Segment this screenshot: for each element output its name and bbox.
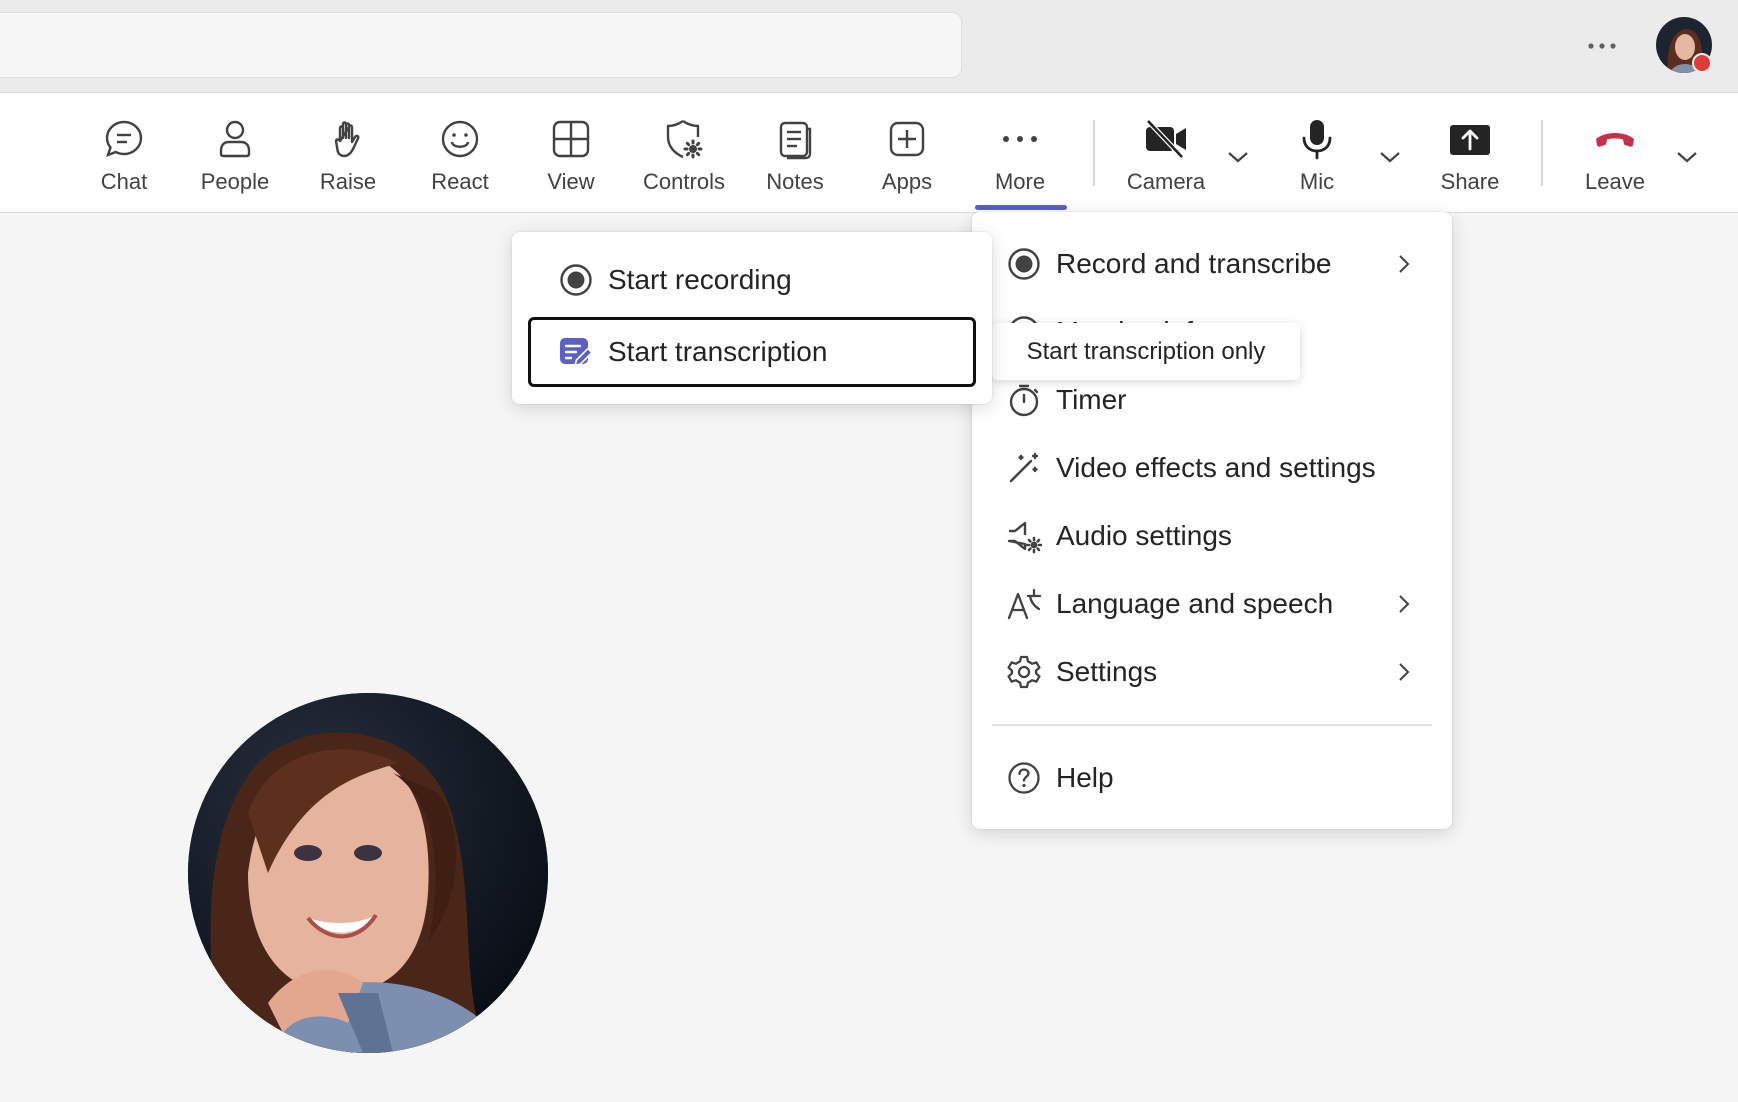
chat-label: Chat [100, 169, 148, 194]
more-label: More [994, 169, 1046, 194]
controls-button[interactable]: Controls [634, 93, 734, 213]
chevron-down-icon [1677, 152, 1697, 163]
share-label: Share [1440, 169, 1500, 194]
toolbar-divider [1093, 120, 1095, 186]
camera-button[interactable]: Camera [1115, 93, 1217, 213]
menu-item-settings[interactable]: Settings [972, 642, 1452, 702]
wand-icon [1006, 450, 1042, 486]
presence-status-dot [1692, 53, 1712, 73]
participant-avatar [188, 693, 548, 1053]
controls-label: Controls [643, 169, 725, 194]
chevron-right-icon [1392, 252, 1416, 276]
chevron-right-icon [1392, 660, 1416, 684]
apps-button[interactable]: Apps [867, 93, 947, 213]
menu-item-audio-settings[interactable]: Audio settings [972, 506, 1452, 566]
ellipsis-icon [996, 115, 1044, 163]
grid-view-icon [547, 115, 595, 163]
ellipsis-icon [1588, 43, 1616, 49]
gear-icon [1006, 654, 1042, 690]
transcription-icon [558, 334, 594, 370]
view-label: View [547, 169, 595, 194]
share-screen-icon [1446, 115, 1494, 163]
menu-item-language-and-speech[interactable]: Language and speech [972, 574, 1452, 634]
smiley-icon [436, 115, 484, 163]
chevron-right-icon [1392, 592, 1416, 616]
chat-button[interactable]: Chat [84, 93, 164, 213]
more-active-indicator [975, 205, 1067, 210]
notes-icon [771, 115, 819, 163]
submenu-item-label: Start transcription [608, 336, 828, 367]
menu-item-label: Video effects and settings [1056, 452, 1376, 483]
more-menu: Record and transcribe Meeting info Timer [972, 212, 1452, 829]
chevron-down-icon [1380, 152, 1400, 163]
shield-gear-icon [660, 115, 708, 163]
leave-options-button[interactable] [1673, 143, 1701, 171]
tooltip: Start transcription only [992, 323, 1300, 380]
help-icon [1006, 760, 1042, 796]
menu-item-label: Audio settings [1056, 520, 1232, 551]
share-button[interactable]: Share [1430, 93, 1510, 213]
mic-label: Mic [1299, 169, 1335, 194]
hang-up-icon [1591, 115, 1639, 163]
timer-icon [1006, 382, 1042, 418]
more-button[interactable]: More [980, 93, 1060, 213]
submenu-item-label: Start recording [608, 264, 792, 295]
camera-off-icon [1142, 115, 1190, 163]
apps-label: Apps [881, 169, 933, 194]
people-label: People [200, 169, 270, 194]
menu-item-label: Language and speech [1056, 588, 1334, 619]
menu-divider [992, 724, 1432, 726]
meeting-toolbar: Chat People Raise React View Controls No… [0, 93, 1738, 213]
microphone-icon [1293, 115, 1341, 163]
menu-item-label: Help [1056, 762, 1114, 793]
record-icon [558, 262, 594, 298]
people-button[interactable]: People [190, 93, 280, 213]
speaker-gear-icon [1006, 518, 1042, 554]
search-box[interactable] [0, 12, 962, 78]
menu-item-label: Timer [1056, 384, 1127, 415]
react-button[interactable]: React [420, 93, 500, 213]
menu-item-help[interactable]: Help [972, 748, 1452, 808]
react-label: React [431, 169, 489, 194]
add-app-icon [883, 115, 931, 163]
chevron-down-icon [1228, 152, 1248, 163]
view-button[interactable]: View [531, 93, 611, 213]
people-icon [211, 115, 259, 163]
start-recording-item[interactable]: Start recording [528, 245, 976, 315]
language-icon [1006, 586, 1042, 622]
menu-item-label: Record and transcribe [1056, 248, 1332, 279]
raise-hand-button[interactable]: Raise [308, 93, 388, 213]
menu-item-label: Settings [1056, 656, 1158, 687]
mic-button[interactable]: Mic [1277, 93, 1357, 213]
mic-options-button[interactable] [1376, 143, 1404, 171]
raise-label: Raise [319, 169, 377, 194]
leave-label: Leave [1585, 169, 1645, 194]
notes-button[interactable]: Notes [755, 93, 835, 213]
camera-options-button[interactable] [1224, 143, 1252, 171]
menu-item-record-and-transcribe[interactable]: Record and transcribe [972, 234, 1452, 294]
start-transcription-item[interactable]: Start transcription [528, 317, 976, 387]
title-more-button[interactable] [1580, 28, 1624, 64]
leave-button[interactable]: Leave [1575, 93, 1655, 213]
toolbar-divider [1541, 120, 1543, 186]
raise-hand-icon [324, 115, 372, 163]
camera-label: Camera [1126, 169, 1206, 194]
title-bar [0, 0, 1738, 93]
notes-label: Notes [766, 169, 824, 194]
record-icon [1006, 246, 1042, 282]
menu-item-video-effects[interactable]: Video effects and settings [972, 438, 1452, 498]
record-submenu: Start recording Start transcription [512, 232, 992, 404]
chat-icon [100, 115, 148, 163]
